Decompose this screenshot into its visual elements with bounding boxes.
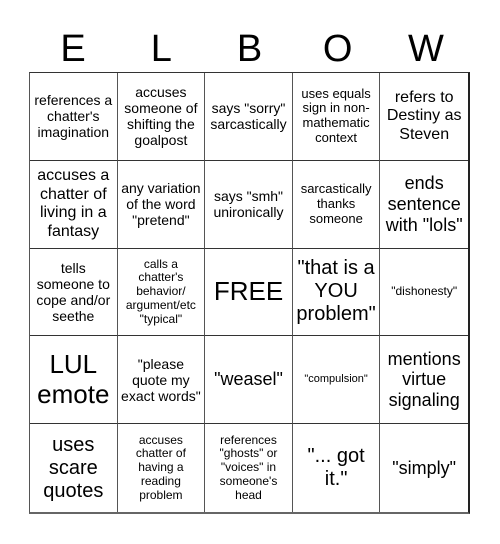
bingo-cell[interactable]: "that is a YOU problem" <box>292 248 381 337</box>
bingo-cell[interactable]: "please quote my exact words" <box>117 336 206 425</box>
title-letter: B <box>236 28 263 70</box>
bingo-cell[interactable]: "weasel" <box>205 336 293 425</box>
free-space[interactable]: FREE <box>205 248 293 337</box>
bingo-cell[interactable]: mentions virtue signaling <box>380 336 468 425</box>
bingo-title: E L B O W <box>29 26 470 72</box>
title-letter: L <box>150 28 172 70</box>
bingo-cell[interactable]: accuses chatter of having a reading prob… <box>118 424 206 512</box>
bingo-cell[interactable]: "compulsion" <box>292 336 381 425</box>
title-letter: E <box>60 28 86 70</box>
bingo-cell[interactable]: uses equals sign in non-mathematic conte… <box>292 73 381 161</box>
bingo-cell[interactable]: "dishonesty" <box>380 249 468 337</box>
bingo-cell[interactable]: uses scare quotes <box>30 424 118 512</box>
title-letter: W <box>407 28 444 70</box>
bingo-cell[interactable]: accuses a chatter of living in a fantasy <box>30 160 118 249</box>
bingo-cell[interactable]: references a chatter's imagination <box>30 73 118 161</box>
bingo-cell[interactable]: LUL emote <box>30 336 118 425</box>
bingo-cell[interactable]: says "smh" unironically <box>205 160 293 249</box>
bingo-cell[interactable]: refers to Destiny as Steven <box>380 73 468 161</box>
bingo-cell[interactable]: references "ghosts" or "voices" in someo… <box>205 424 293 512</box>
bingo-cell[interactable]: "... got it." <box>293 424 381 512</box>
bingo-cell[interactable]: ends sentence with "lols" <box>380 161 468 249</box>
bingo-cell[interactable]: accuses someone of shifting the goalpost <box>117 73 206 161</box>
bingo-cell[interactable]: tells someone to cope and/or seethe <box>30 248 118 337</box>
title-letter: O <box>322 28 353 70</box>
bingo-grid: references a chatter's imagination accus… <box>29 72 470 514</box>
bingo-cell[interactable]: "simply" <box>380 424 468 512</box>
bingo-cell[interactable]: says "sorry" sarcastically <box>205 73 293 161</box>
bingo-cell[interactable]: any variation of the word "pretend" <box>117 160 206 249</box>
bingo-cell[interactable]: sarcastically thanks someone <box>292 160 381 249</box>
bingo-cell[interactable]: calls a chatter's behavior/ argument/etc… <box>117 248 206 337</box>
